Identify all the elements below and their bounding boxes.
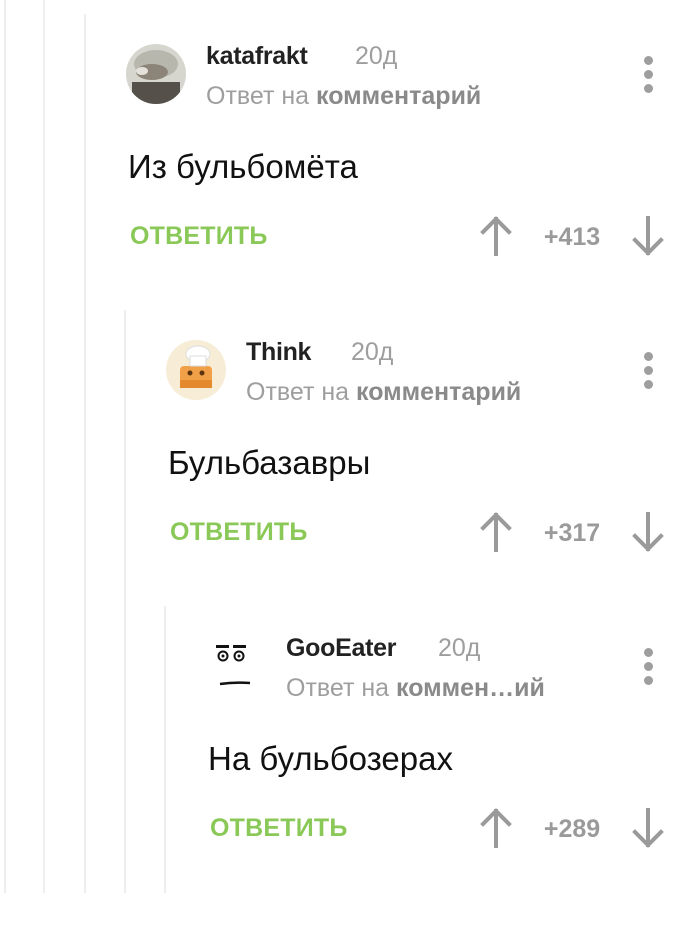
username[interactable]: Think [246,338,311,367]
reply-prefix: Ответ на [206,82,310,110]
more-vertical-icon[interactable] [638,56,658,100]
reply-context: Ответ на комментарий [206,82,481,111]
comment-time: 20д [438,634,481,662]
username[interactable]: GooEater [286,634,396,663]
comment-text: Из бульбомёта [128,148,358,185]
username[interactable]: katafrakt [206,42,308,71]
reply-button[interactable]: ОТВЕТИТЬ [130,222,268,251]
reply-prefix: Ответ на [286,674,390,702]
reply-context: Ответ на комментарий [246,378,521,407]
reply-context: Ответ на коммен…ий [286,674,545,703]
comment-time: 20д [355,42,398,70]
comment-score: +289 [543,815,601,843]
arrow-down-icon[interactable] [631,808,665,848]
user-avatar[interactable] [206,636,266,696]
reply-target-link[interactable]: комментарий [356,378,521,406]
arrow-up-icon[interactable] [479,808,513,848]
arrow-down-icon[interactable] [631,512,665,552]
reply-target-link[interactable]: коммен…ий [396,674,545,702]
reply-button[interactable]: ОТВЕТИТЬ [170,518,308,547]
arrow-down-icon[interactable] [631,216,665,256]
arrow-up-icon[interactable] [479,512,513,552]
reply-button[interactable]: ОТВЕТИТЬ [210,814,348,843]
comment: katafrakt 20д Ответ на комментарий Из бу… [0,42,700,334]
reply-prefix: Ответ на [246,378,350,406]
reply-target-link[interactable]: комментарий [316,82,481,110]
comment: Think 20д Ответ на комментарий Бульбазав… [0,338,700,630]
comment-score: +413 [543,223,601,251]
comment-score: +317 [543,519,601,547]
more-vertical-icon[interactable] [638,352,658,396]
comment-text: На бульбозерах [208,740,453,777]
more-vertical-icon[interactable] [638,648,658,692]
user-avatar[interactable] [126,44,186,104]
arrow-up-icon[interactable] [479,216,513,256]
comment-time: 20д [351,338,394,366]
user-avatar[interactable] [166,340,226,400]
comment: GooEater 20д Ответ на коммен…ий На бульб… [0,634,700,926]
comment-text: Бульбазавры [168,444,371,481]
